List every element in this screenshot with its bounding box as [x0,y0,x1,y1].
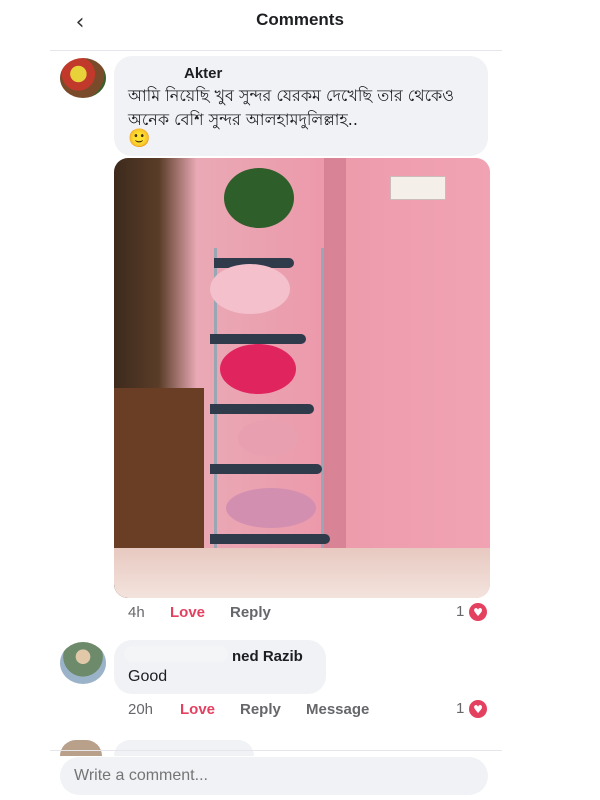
reply-button[interactable]: Reply [230,604,271,621]
redaction-mask [124,646,228,662]
comment-time: 20h [128,701,154,718]
flower-shape [220,344,296,394]
shelf-glass [210,464,322,474]
page-title: Comments [256,10,344,29]
comment-time: 4h [128,604,145,621]
avatar[interactable] [60,642,106,684]
heart-icon[interactable]: ♥ [469,700,487,718]
reaction-count[interactable]: 1 [456,603,464,620]
heart-icon[interactable]: ♥ [469,603,487,621]
redaction-mask [134,64,186,80]
plant-shape [224,168,294,228]
smiley-emoji: 🙂 [128,128,151,148]
love-button[interactable]: Love [180,701,215,718]
reply-button[interactable]: Reply [240,701,281,718]
avatar[interactable] [60,740,102,756]
header-divider [50,50,502,51]
flower-shape [210,264,290,314]
love-button[interactable]: Love [170,604,205,621]
shelf-glass [210,534,330,544]
comment-bubble[interactable] [114,740,254,756]
wall-corner-shape [324,158,346,598]
comment-photo[interactable] [114,158,490,598]
header-bar: ‹ Comments [0,0,600,46]
comment-author[interactable]: Akter [184,65,222,82]
comment-bubble[interactable]: Akter আমি নিয়েছি খুব সুন্দর যেরকম দেখেছ… [114,56,488,156]
floor-shape [114,548,490,598]
comment-input[interactable] [60,757,488,795]
flower-shape [238,420,298,456]
comment-text: Good [128,668,168,685]
message-button[interactable]: Message [306,701,369,718]
switch-board-shape [390,176,446,200]
comment-bubble[interactable]: ned Razib Good [114,640,326,694]
reaction-count[interactable]: 1 [456,700,464,717]
avatar[interactable] [60,58,106,98]
comment-text: আমি নিয়েছি খুব সুন্দর যেরকম দেখেছি তার … [128,86,454,129]
shelf-glass [210,404,314,414]
shelf-glass [210,334,306,344]
composer-divider [50,750,502,751]
comment-author[interactable]: ned Razib [232,648,303,665]
flower-shape [226,488,316,528]
